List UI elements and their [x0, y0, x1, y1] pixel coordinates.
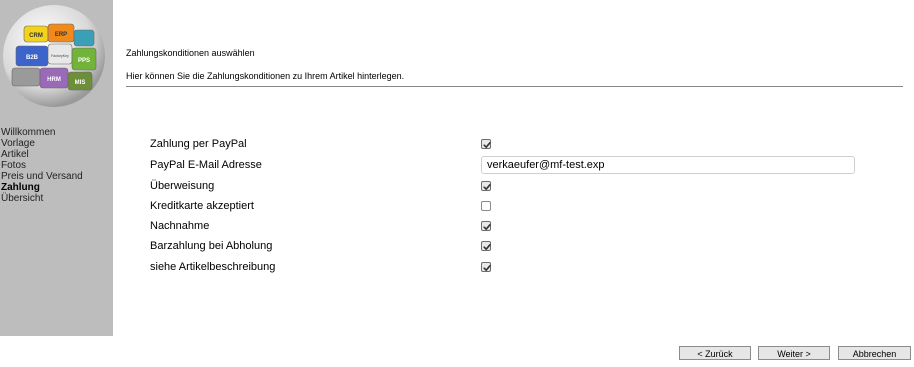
form-row-paypal-email: PayPal E-Mail Adresse	[150, 156, 860, 174]
puzzle-globe-logo: CRM ERP B2B FactoryKey PPS HRM MIS	[3, 5, 105, 107]
ueberweisung-label: Überweisung	[150, 180, 215, 192]
page-title: Zahlungskonditionen auswählen	[126, 48, 255, 58]
paypal-label: Zahlung per PayPal	[150, 138, 247, 150]
form-row-barzahlung: Barzahlung bei Abholung	[150, 237, 860, 255]
ueberweisung-checkbox[interactable]	[481, 181, 491, 191]
logo-factorykey-text: FactoryKey	[51, 54, 69, 58]
logo-pps-text: PPS	[78, 58, 90, 64]
logo-crm-text: CRM	[29, 33, 43, 39]
logo-hrm-text: HRM	[47, 77, 61, 83]
checkmark-icon	[483, 265, 491, 271]
checkmark-icon	[483, 224, 491, 230]
kreditkarte-checkbox[interactable]	[481, 201, 491, 211]
header-divider	[126, 86, 903, 87]
nav-item-zahlung[interactable]: Zahlung	[1, 182, 83, 193]
nav-item-willkommen[interactable]: Willkommen	[1, 127, 83, 138]
siehe-artikelbeschreibung-checkbox[interactable]	[481, 262, 491, 272]
checkmark-icon	[483, 244, 491, 250]
form-row-kreditkarte: Kreditkarte akzeptiert	[150, 197, 860, 215]
next-button[interactable]: Weiter >	[758, 346, 830, 360]
checkmark-icon	[483, 184, 491, 190]
nav-item-fotos[interactable]: Fotos	[1, 160, 83, 171]
form-row-paypal: Zahlung per PayPal	[150, 135, 860, 153]
back-button[interactable]: < Zurück	[679, 346, 751, 360]
wizard-nav: Willkommen Vorlage Artikel Fotos Preis u…	[1, 127, 83, 204]
paypal-checkbox[interactable]	[481, 139, 491, 149]
form-row-nachnahme: Nachnahme	[150, 217, 860, 235]
nav-item-preis-und-versand[interactable]: Preis und Versand	[1, 171, 83, 182]
paypal-email-input[interactable]	[481, 156, 855, 174]
kreditkarte-label: Kreditkarte akzeptiert	[150, 200, 254, 212]
checkmark-icon	[483, 142, 491, 148]
barzahlung-label: Barzahlung bei Abholung	[150, 240, 273, 252]
logo-erp-text: ERP	[55, 32, 67, 38]
nav-item-artikel[interactable]: Artikel	[1, 149, 83, 160]
form-row-siehe-artikelbeschreibung: siehe Artikelbeschreibung	[150, 258, 860, 276]
paypal-email-label: PayPal E-Mail Adresse	[150, 159, 262, 171]
nachnahme-checkbox[interactable]	[481, 221, 491, 231]
barzahlung-checkbox[interactable]	[481, 241, 491, 251]
nav-item-uebersicht[interactable]: Übersicht	[1, 193, 83, 204]
cancel-button[interactable]: Abbrechen	[838, 346, 911, 360]
page-description: Hier können Sie die Zahlungskonditionen …	[126, 71, 405, 81]
form-row-ueberweisung: Überweisung	[150, 177, 860, 195]
logo-b2b-text: B2B	[26, 55, 39, 61]
siehe-artikelbeschreibung-label: siehe Artikelbeschreibung	[150, 261, 276, 273]
logo-mis-text: MIS	[75, 80, 86, 86]
nav-item-vorlage[interactable]: Vorlage	[1, 138, 83, 149]
sidebar: CRM ERP B2B FactoryKey PPS HRM MIS Willk…	[0, 0, 113, 336]
nachnahme-label: Nachnahme	[150, 220, 210, 232]
